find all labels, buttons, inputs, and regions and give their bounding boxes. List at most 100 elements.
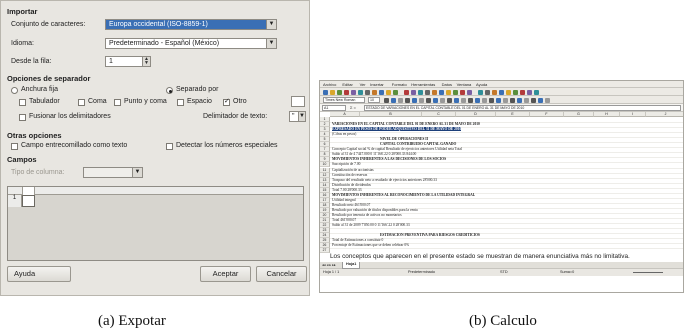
column-header[interactable]: E — [496, 112, 530, 117]
menu-item[interactable]: Formato — [392, 82, 407, 87]
menu-item[interactable]: Archivo — [323, 82, 336, 87]
column-header[interactable]: G — [564, 112, 594, 117]
row-content[interactable]: Total de Estimaciones a constituir 0 — [332, 238, 383, 242]
row-content[interactable]: NIVEL DE OPERACIONES II — [380, 137, 428, 141]
toolbar-button-icon[interactable] — [467, 89, 472, 95]
language-select[interactable]: Predeterminado - Español (México) ▼ — [105, 38, 277, 49]
toolbar-button-icon[interactable] — [330, 89, 335, 95]
semicolon-checkbox[interactable] — [114, 99, 121, 106]
menu-item[interactable]: Ayuda — [476, 82, 487, 87]
footnote-row[interactable]: Los conceptos que aparecen en el present… — [330, 253, 683, 261]
menu-item[interactable]: Ver — [360, 82, 366, 87]
toolbar-button-icon[interactable] — [485, 89, 490, 95]
row-content[interactable]: Total 461'000.07 — [332, 218, 356, 222]
font-size-box[interactable]: 10 — [368, 97, 380, 103]
toolbar-button-icon[interactable] — [418, 89, 423, 95]
zoom-slider[interactable] — [633, 272, 663, 273]
comma-checkbox[interactable] — [78, 99, 85, 106]
menu-item[interactable]: Herramientas — [411, 82, 435, 87]
format-button-icon[interactable] — [391, 97, 396, 103]
row-content[interactable]: Traspaso del resultado neto a resultado … — [332, 178, 437, 182]
menu-item[interactable]: Editar — [342, 82, 352, 87]
toolbar-button-icon[interactable] — [534, 89, 539, 95]
cell-reference-box[interactable]: A1 — [322, 105, 346, 111]
chevron-down-icon[interactable]: ▼ — [266, 20, 276, 29]
fixed-width-radio[interactable] — [11, 87, 18, 94]
row-content[interactable]: Saldo al 31 de 2009 7'050.00 0 11'166'.2… — [332, 223, 410, 227]
toolbar-button-icon[interactable] — [386, 89, 391, 95]
toolbar-button-icon[interactable] — [513, 89, 518, 95]
format-button-icon[interactable] — [468, 97, 473, 103]
row-content[interactable]: Constitución de reservas — [332, 173, 367, 177]
format-button-icon[interactable] — [496, 97, 501, 103]
format-button-icon[interactable] — [412, 97, 417, 103]
toolbar-button-icon[interactable] — [404, 89, 409, 95]
row-content[interactable]: Total 7.00 28'000.33 — [332, 188, 362, 192]
toolbar-button-icon[interactable] — [432, 89, 437, 95]
chevron-down-icon[interactable]: ▼ — [298, 112, 305, 121]
quoted-field-checkbox[interactable] — [11, 143, 18, 150]
format-button-icon[interactable] — [475, 97, 480, 103]
toolbar-button-icon[interactable] — [365, 89, 370, 95]
column-header[interactable]: B — [360, 112, 422, 117]
other-input[interactable] — [291, 96, 305, 107]
help-button[interactable]: Ayuda — [7, 266, 71, 282]
toolbar-button-icon[interactable] — [358, 89, 363, 95]
preview-grid[interactable]: 1 — [7, 186, 304, 261]
toolbar-button-icon[interactable] — [478, 89, 483, 95]
format-button-icon[interactable] — [461, 97, 466, 103]
row-content[interactable]: Saldo al 31 de 4 7447.000 0 11'166'.22 0… — [332, 152, 416, 156]
format-button-icon[interactable] — [517, 97, 522, 103]
menu-item[interactable]: Insertar — [370, 82, 384, 87]
toolbar-button-icon[interactable] — [337, 89, 342, 95]
toolbar-button-icon[interactable] — [411, 89, 416, 95]
column-header[interactable]: F — [530, 112, 564, 117]
format-button-icon[interactable] — [503, 97, 508, 103]
toolbar-button-icon[interactable] — [372, 89, 377, 95]
row-content[interactable]: Resultado neto 461'000.07 — [332, 203, 370, 207]
column-type-select[interactable]: ▼ — [83, 167, 143, 178]
row-content[interactable]: EXPRESADO EN PESOS DE PODER ADQUISITIVO … — [332, 127, 462, 132]
row-content[interactable]: Capitalización de accionistas — [332, 168, 374, 172]
format-button-icon[interactable] — [454, 97, 459, 103]
row-content[interactable]: (Cifras en pesos) — [332, 132, 356, 136]
column-header[interactable]: A — [330, 112, 360, 117]
charset-select[interactable]: Europa occidental (ISO-8859-1) ▼ — [105, 19, 277, 30]
toolbar-button-icon[interactable] — [351, 89, 356, 95]
format-button-icon[interactable] — [489, 97, 494, 103]
toolbar-button-icon[interactable] — [453, 89, 458, 95]
format-button-icon[interactable] — [538, 97, 543, 103]
toolbar-button-icon[interactable] — [446, 89, 451, 95]
chevron-down-icon[interactable]: ▼ — [266, 39, 276, 48]
merge-delimiters-checkbox[interactable] — [19, 114, 26, 121]
format-button-icon[interactable] — [405, 97, 410, 103]
row-content[interactable]: Utilidad integral — [332, 198, 356, 202]
row-content[interactable]: Resultado por valuación de títulos dispo… — [332, 208, 418, 212]
format-button-icon[interactable] — [419, 97, 424, 103]
toolbar-button-icon[interactable] — [425, 89, 430, 95]
spin-arrows-icon[interactable]: ▲ ▼ — [142, 57, 150, 66]
preview-column-header[interactable] — [22, 187, 35, 195]
row-content[interactable]: MOVIMIENTOS INHERENTES AL RECONOCIMIENTO… — [332, 193, 475, 197]
format-button-icon[interactable] — [482, 97, 487, 103]
tab-checkbox[interactable] — [19, 99, 26, 106]
sheet-tab[interactable]: Hoja1 — [342, 262, 361, 269]
toolbar-button-icon[interactable] — [323, 89, 328, 95]
toolbar-button-icon[interactable] — [520, 89, 525, 95]
format-button-icon[interactable] — [398, 97, 403, 103]
column-header[interactable]: H — [594, 112, 620, 117]
format-button-icon[interactable] — [447, 97, 452, 103]
preview-cell[interactable] — [22, 195, 35, 207]
toolbar-button-icon[interactable] — [527, 89, 532, 95]
column-header[interactable]: D — [456, 112, 496, 117]
format-button-icon[interactable] — [426, 97, 431, 103]
toolbar-button-icon[interactable] — [393, 89, 398, 95]
from-row-spinner[interactable]: 1 ▲ ▼ — [105, 56, 151, 67]
cancel-button[interactable]: Cancelar — [256, 266, 307, 282]
row-content[interactable]: CAPITAL CONTRIBUIDO CAPITAL GANADO — [380, 142, 456, 146]
row-content[interactable]: Distribución de dividendos — [332, 183, 371, 187]
row-content[interactable]: Resultado por tenencia de activos no mon… — [332, 213, 402, 217]
format-button-icon[interactable] — [433, 97, 438, 103]
tab-nav-arrows-icon[interactable]: ◂◂ ◂ ▸ ▸▸ — [322, 263, 336, 267]
ok-button[interactable]: Aceptar — [200, 266, 251, 282]
